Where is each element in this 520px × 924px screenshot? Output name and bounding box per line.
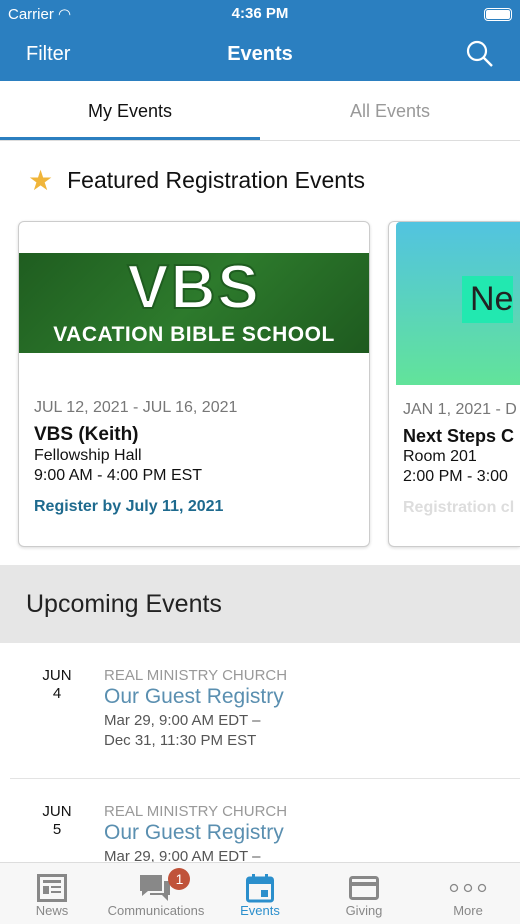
- more-icon: [449, 883, 487, 893]
- tab-more[interactable]: More: [416, 863, 520, 924]
- event-end: Dec 31, 11:30 PM EST: [104, 732, 257, 749]
- tab-giving[interactable]: Giving: [312, 863, 416, 924]
- filter-button[interactable]: Filter: [26, 43, 70, 66]
- battery-icon: [484, 7, 512, 21]
- event-start: Mar 29, 9:00 AM EDT –: [104, 712, 261, 729]
- clock: 4:36 PM: [231, 5, 289, 22]
- event-date: JUN 4: [42, 667, 72, 702]
- event-title: Our Guest Registry: [104, 821, 284, 844]
- header: Carrier ◠ 4:36 PM Filter Events: [0, 0, 520, 81]
- event-time: 9:00 AM - 4:00 PM EST: [34, 467, 203, 484]
- event-image: VBS VACATION BIBLE SCHOOL: [19, 252, 369, 353]
- tab-my-events[interactable]: My Events: [0, 81, 260, 140]
- event-image: Ne: [396, 222, 520, 385]
- event-time: 2:00 PM - 3:00: [403, 468, 508, 485]
- page-title: Events: [227, 42, 293, 65]
- featured-heading: ★ Featured Registration Events: [0, 141, 520, 219]
- featured-carousel[interactable]: VBS VACATION BIBLE SCHOOL JUL 12, 2021 -…: [0, 219, 520, 549]
- status-bar: Carrier ◠ 4:36 PM: [0, 0, 520, 28]
- featured-event-card[interactable]: VBS VACATION BIBLE SCHOOL JUL 12, 2021 -…: [18, 221, 370, 547]
- tab-bar: News 1 Communications Events Giving More: [0, 862, 520, 924]
- event-location: Room 201: [403, 448, 477, 465]
- news-icon: [37, 874, 67, 902]
- list-item[interactable]: JUN 4 REAL MINISTRY CHURCH Our Guest Regi…: [10, 643, 520, 779]
- calendar-icon: [246, 874, 274, 903]
- event-date: JUL 12, 2021 - JUL 16, 2021: [34, 399, 238, 416]
- event-tabs: My Events All Events: [0, 81, 520, 141]
- chat-icon: [140, 875, 170, 901]
- event-title: VBS (Keith): [34, 424, 139, 445]
- event-org: REAL MINISTRY CHURCH: [104, 667, 288, 684]
- event-title: Next Steps C: [403, 426, 515, 446]
- star-icon: ★: [28, 164, 54, 196]
- search-icon[interactable]: [466, 40, 494, 68]
- registration-status: Registration cl: [403, 499, 515, 516]
- event-org: REAL MINISTRY CHURCH: [104, 803, 288, 820]
- tab-news[interactable]: News: [0, 863, 104, 924]
- event-title: Our Guest Registry: [104, 685, 284, 708]
- featured-title: Featured Registration Events: [67, 166, 365, 193]
- featured-event-card[interactable]: Ne JAN 1, 2021 - D Next Steps C Room 201…: [388, 221, 520, 547]
- tab-all-events[interactable]: All Events: [260, 81, 520, 140]
- upcoming-heading: Upcoming Events: [0, 565, 520, 643]
- tab-communications[interactable]: 1 Communications: [104, 863, 208, 924]
- registration-link[interactable]: Register by July 11, 2021: [34, 498, 354, 516]
- event-location: Fellowship Hall: [34, 447, 142, 464]
- tab-events[interactable]: Events: [208, 863, 312, 924]
- event-date: JAN 1, 2021 - D: [403, 401, 517, 418]
- card-icon: [349, 876, 379, 900]
